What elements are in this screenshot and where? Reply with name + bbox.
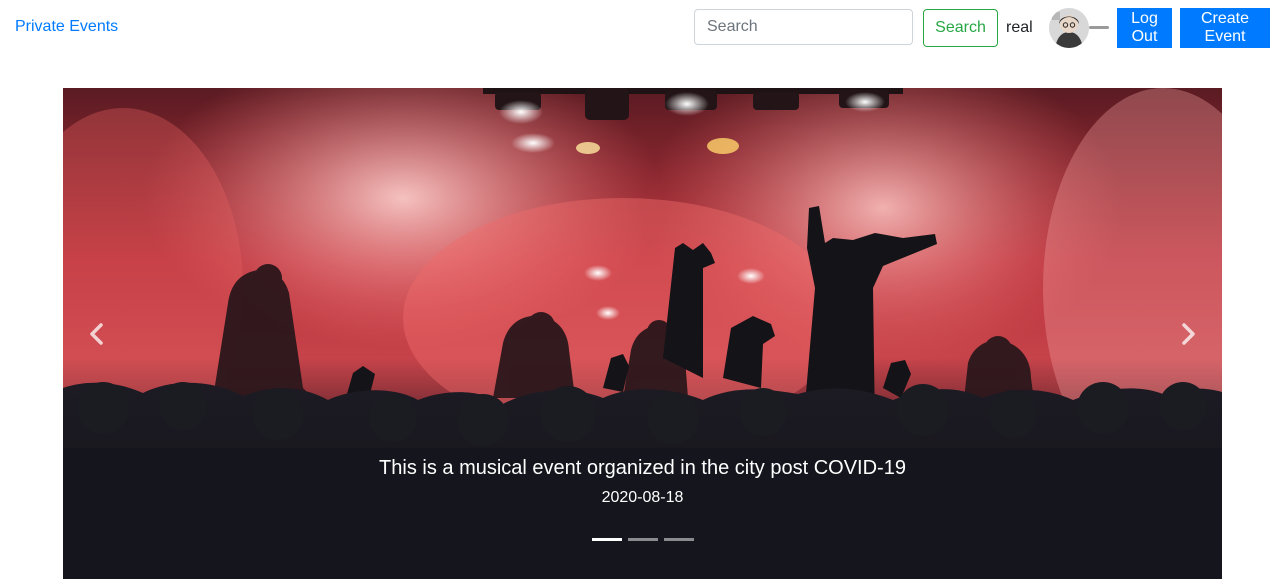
search-input[interactable] <box>694 9 913 45</box>
avatar-image <box>1049 8 1089 48</box>
event-carousel: This is a musical event organized in the… <box>63 88 1222 579</box>
search-button[interactable]: Search <box>923 9 998 47</box>
chevron-right-icon <box>1182 323 1195 345</box>
carousel-indicator-3[interactable] <box>663 538 694 541</box>
chevron-left-icon <box>90 323 103 345</box>
event-date: 2020-08-18 <box>601 489 684 506</box>
navbar: Private Events Search real Log Out Creat… <box>0 0 1284 56</box>
event-description: This is a musical event organized in the… <box>379 457 906 479</box>
carousel-indicator-1[interactable] <box>591 538 622 541</box>
logout-button[interactable]: Log Out <box>1117 8 1172 48</box>
brand-link[interactable]: Private Events <box>15 18 118 36</box>
avatar[interactable] <box>1049 8 1089 48</box>
create-event-button[interactable]: Create Event <box>1180 8 1270 48</box>
carousel-prev-control[interactable] <box>79 316 115 352</box>
carousel-next-control[interactable] <box>1170 316 1206 352</box>
username-label: real <box>1006 19 1033 36</box>
carousel-indicators <box>63 538 1222 541</box>
carousel-indicator-2[interactable] <box>627 538 658 541</box>
avatar-dropdown-indicator <box>1089 26 1109 29</box>
carousel-caption: This is a musical event organized in the… <box>63 456 1222 508</box>
